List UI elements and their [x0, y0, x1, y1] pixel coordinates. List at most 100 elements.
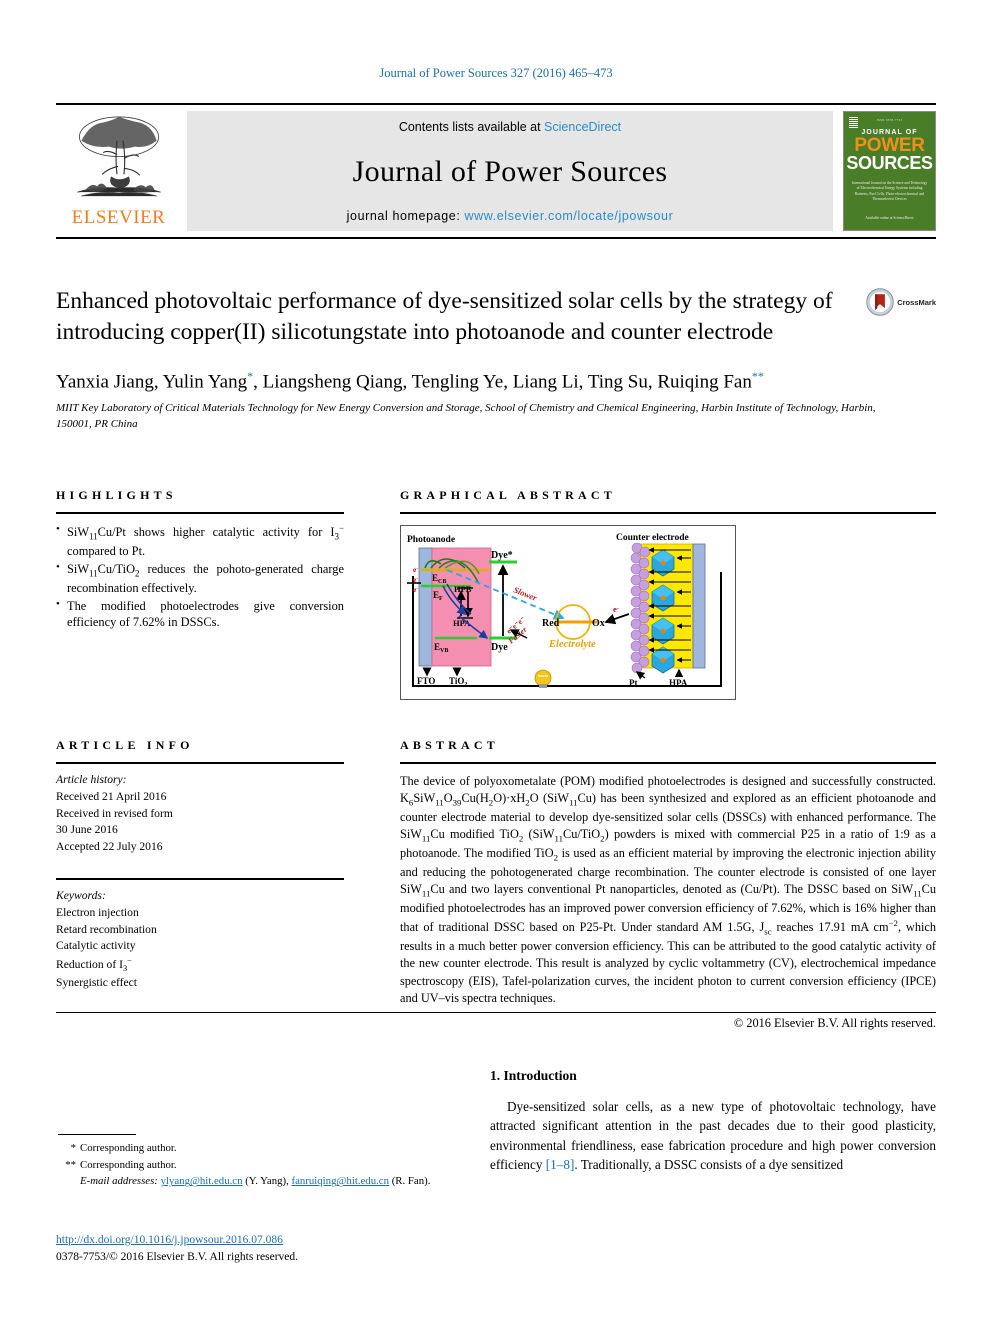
elsevier-wordmark: ELSEVIER [71, 207, 166, 228]
footnote-emails: E-mail addresses: ylyang@hit.edu.cn (Y. … [58, 1173, 478, 1190]
email-owner-yang: (Y. Yang), [245, 1175, 289, 1188]
corresponding-marker: ** [751, 369, 764, 384]
author-list: Yanxia Jiang, Yulin Yang*, Liangsheng Qi… [56, 369, 764, 393]
homepage-prefix: journal homepage: [346, 209, 465, 223]
author-name: Liang Li [512, 371, 579, 393]
introduction-paragraph: Dye-sensitized solar cells, as a new typ… [490, 1097, 936, 1174]
graphical-abstract-heading: GRAPHICAL ABSTRACT [400, 488, 616, 502]
keyword-item: Synergistic effect [56, 976, 138, 990]
svg-text:Electrolyte: Electrolyte [548, 639, 596, 650]
email-owner-fan: (R. Fan). [391, 1175, 431, 1188]
graphical-abstract-section: GRAPHICAL ABSTRACT Photoanode ECB EF EVB… [400, 488, 936, 700]
svg-text:Dye*: Dye* [491, 550, 513, 561]
svg-text:Photoanode: Photoanode [407, 535, 455, 545]
footnote-text: Corresponding author. [80, 1142, 177, 1154]
abstract-heading: ABSTRACT [400, 738, 499, 752]
introduction-heading: 1. Introduction [490, 1068, 577, 1083]
history-item: Accepted 22 July 2016 [56, 840, 163, 854]
email-link-yang[interactable]: ylyang@hit.edu.cn [161, 1175, 243, 1187]
contents-prefix: Contents lists available at [398, 120, 545, 134]
article-info-heading: ARTICLE INFO [56, 738, 194, 752]
issn-copyright-line: 0378-7753/© 2016 Elsevier B.V. All right… [56, 1251, 299, 1264]
svg-text:HPB: HPB [454, 584, 472, 594]
list-item: The modified photoelectrodes give conver… [56, 597, 344, 631]
cover-topline: ISSN 0378-7753 [876, 118, 903, 122]
author-name: Tengling Ye [411, 371, 504, 393]
history-item: Received 21 April 2016 [56, 789, 167, 803]
keywords-block: Keywords: Electron injection Retard reco… [56, 888, 344, 992]
list-item: SiW11Cu/Pt shows higher catalytic activi… [56, 522, 344, 560]
author-name: Liangsheng Qiang [262, 371, 403, 393]
svg-text:FTO: FTO [417, 676, 435, 686]
footnote-text: Corresponding author. [80, 1158, 177, 1171]
contents-available-line: Contents lists available at ScienceDirec… [399, 120, 621, 134]
elsevier-logo: ELSEVIER [56, 111, 181, 231]
journal-cover-thumbnail: ISSN 0378-7753 JOURNAL OF POWER SOURCES … [843, 111, 936, 231]
list-item: SiW11Cu/TiO2 reduces the pohoto-generate… [56, 560, 344, 597]
highlights-heading: HIGHLIGHTS [56, 488, 177, 502]
article-title: Enhanced photovoltaic performance of dye… [56, 288, 833, 345]
keyword-item: Electron injection [56, 905, 139, 919]
footnotes-block: * Corresponding author. ** Corresponding a… [58, 1140, 478, 1190]
abstract-copyright: © 2016 Elsevier B.V. All rights reserved… [733, 1015, 936, 1030]
doi-link[interactable]: http://dx.doi.org/10.1016/j.jpowsour.201… [56, 1234, 283, 1246]
cover-bottom-text: Available online at ScienceDirect [865, 216, 914, 221]
corresponding-marker: * [247, 369, 254, 384]
article-history-block: Article history: Received 21 April 2016 … [56, 772, 344, 856]
footnote-marker: * [70, 1142, 76, 1154]
article-history-label: Article history: [56, 773, 127, 786]
svg-text:Pt: Pt [629, 678, 638, 688]
article-info-section: ARTICLE INFO Article history: Received 2… [56, 738, 344, 992]
graphical-abstract-rule [400, 512, 936, 514]
highlights-list: SiW11Cu/Pt shows higher catalytic activi… [56, 522, 344, 631]
abstract-body: The device of polyoxometalate (POM) modi… [400, 774, 936, 1005]
citation-link[interactable]: [1–8] [546, 1157, 575, 1172]
abstract-rule [400, 762, 936, 764]
masthead-center-panel: Contents lists available at ScienceDirec… [187, 111, 833, 231]
elsevier-tree-icon [76, 116, 161, 197]
title-block: Enhanced photovoltaic performance of dye… [56, 286, 936, 432]
footnote-rule [58, 1134, 136, 1135]
author-name: Ting Su [587, 371, 648, 393]
sciencedirect-link[interactable]: ScienceDirect [544, 120, 621, 134]
crossmark-badge[interactable]: CrossMark [866, 288, 936, 316]
author-name: Yulin Yang [162, 371, 248, 393]
author-name: Ruiqing Fan [657, 371, 752, 393]
svg-text:Ox: Ox [592, 618, 605, 629]
dssc-schematic-diagram: Photoanode ECB EF EVB e- e- e- HPB HPA D… [401, 526, 733, 697]
author-name: Yanxia Jiang [56, 371, 154, 393]
running-head: Journal of Power Sources 327 (2016) 465–… [379, 66, 613, 80]
footnote-corresponding-1: * Corresponding author. [58, 1140, 478, 1157]
highlights-section: HIGHLIGHTS SiW11Cu/Pt shows higher catal… [56, 488, 344, 632]
doi-block: http://dx.doi.org/10.1016/j.jpowsour.201… [56, 1232, 556, 1267]
svg-text:HPA: HPA [669, 678, 688, 688]
abstract-section: ABSTRACT The device of polyoxometalate (… [400, 738, 936, 1031]
keywords-rule [56, 877, 344, 880]
cover-elsevier-mark-icon [849, 117, 858, 128]
journal-homepage-link[interactable]: www.elsevier.com/locate/jpowsour [464, 209, 673, 223]
email-label: E-mail addresses: [80, 1175, 158, 1188]
keyword-item: Retard recombination [56, 922, 157, 936]
intro-text-part2: . Traditionally, a DSSC consists of a dy… [574, 1156, 844, 1172]
journal-masthead: ELSEVIER Contents lists available at Sci… [56, 103, 936, 239]
cover-subtitle: International Journal on the Science and… [851, 181, 928, 201]
highlights-rule [56, 512, 344, 514]
footnote-marker: ** [65, 1158, 76, 1171]
masthead-bottom-rule [56, 237, 936, 239]
introduction-section: 1. Introduction Dye-sensitized solar cel… [490, 1068, 936, 1174]
body-divider-rule [56, 1012, 936, 1013]
footnote-corresponding-2: ** Corresponding author. [58, 1157, 478, 1174]
keyword-item: Catalytic activity [56, 939, 136, 953]
history-item: 30 June 2016 [56, 823, 118, 837]
journal-homepage-line: journal homepage: www.elsevier.com/locat… [347, 209, 674, 223]
history-item: Received in revised form [56, 806, 173, 820]
paper-page: Journal of Power Sources 327 (2016) 465–… [0, 0, 992, 1323]
svg-text:Red: Red [542, 618, 560, 629]
author-affiliation: MIIT Key Laboratory of Critical Material… [56, 402, 876, 430]
keywords-label: Keywords: [56, 888, 106, 902]
email-link-fan[interactable]: fanruiqing@hit.edu.cn [292, 1175, 390, 1187]
journal-title: Journal of Power Sources [352, 154, 668, 188]
cover-sources-word: SOURCES [846, 153, 933, 174]
article-info-rule [56, 762, 344, 764]
keyword-item: Reduction of I3− [56, 956, 132, 974]
